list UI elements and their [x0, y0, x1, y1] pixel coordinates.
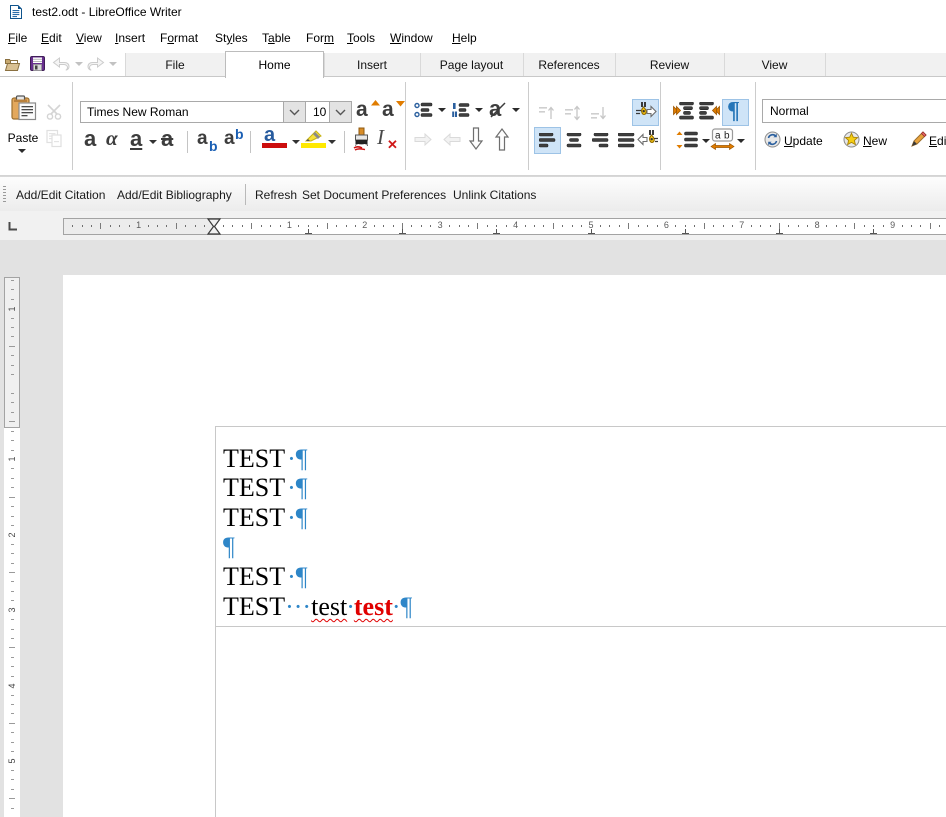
svg-text:b: b [724, 131, 730, 142]
svg-text:a: a [715, 131, 721, 142]
